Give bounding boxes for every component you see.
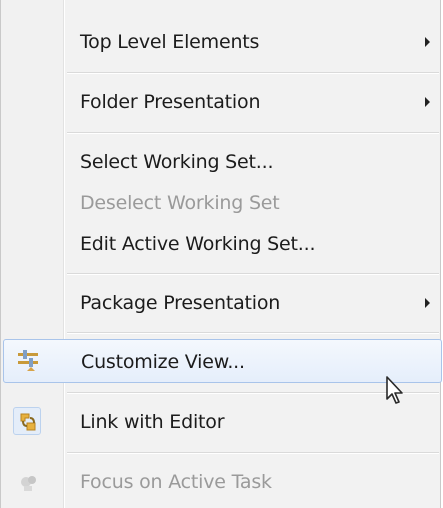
- menu-item-label: Link with Editor: [80, 411, 225, 433]
- menu-item-focus-on-active-task: Focus on Active Task: [1, 460, 442, 504]
- menu-item-customize-view[interactable]: Customize View...: [3, 339, 442, 383]
- mouse-cursor-icon: [386, 376, 403, 404]
- link-editor-icon: [20, 413, 36, 431]
- menu-item-folder-presentation[interactable]: Folder Presentation: [1, 80, 442, 124]
- menu-separator: [67, 72, 439, 74]
- menu-item-label: Select Working Set...: [80, 151, 274, 173]
- menu-item-select-working-set[interactable]: Select Working Set...: [1, 140, 442, 184]
- menu-item-package-presentation[interactable]: Package Presentation: [1, 281, 442, 325]
- menu-separator: [67, 332, 439, 334]
- focus-task-icon: [21, 476, 36, 491]
- menu-item-label: Deselect Working Set: [80, 192, 280, 214]
- menu-item-label: Top Level Elements: [80, 31, 260, 53]
- menu-item-label: Customize View...: [81, 351, 245, 373]
- menu-item-label: Package Presentation: [80, 292, 281, 314]
- submenu-arrow-icon: [425, 97, 430, 107]
- menu-item-top-level-elements[interactable]: Top Level Elements: [1, 20, 442, 64]
- menu-item-edit-active-working-set[interactable]: Edit Active Working Set...: [1, 222, 442, 266]
- menu-separator: [67, 132, 439, 134]
- filter-icon: [18, 350, 38, 371]
- menu-separator: [67, 273, 439, 275]
- menu-separator: [67, 392, 439, 394]
- menu-item-label: Folder Presentation: [80, 91, 261, 113]
- menu-item-label: Focus on Active Task: [80, 471, 272, 493]
- menu-item-link-with-editor[interactable]: Link with Editor: [1, 400, 442, 444]
- context-menu: Top Level Elements Folder Presentation S…: [0, 0, 442, 508]
- submenu-arrow-icon: [425, 298, 430, 308]
- menu-separator: [67, 452, 439, 454]
- menu-item-label: Edit Active Working Set...: [80, 233, 316, 255]
- submenu-arrow-icon: [425, 37, 430, 47]
- menu-item-deselect-working-set: Deselect Working Set: [1, 181, 442, 225]
